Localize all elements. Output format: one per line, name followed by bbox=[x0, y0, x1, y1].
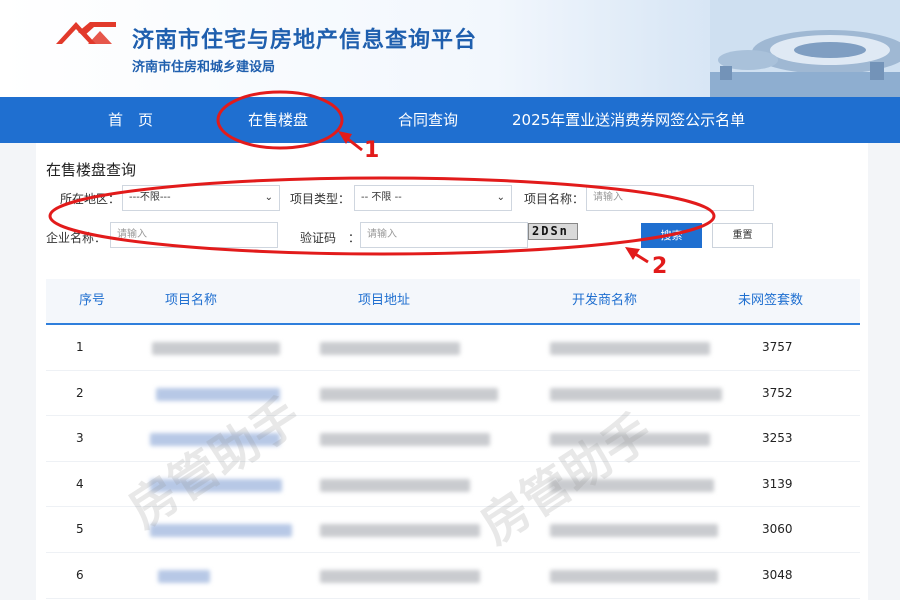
annotation-label-2: 2 bbox=[652, 254, 668, 279]
th-unsigned-units: 未网签套数 bbox=[738, 293, 804, 308]
redacted-project-name[interactable] bbox=[150, 433, 280, 447]
row-count: 3048 bbox=[762, 567, 793, 582]
site-subtitle: 济南市住房和城乡建设局 bbox=[132, 60, 276, 75]
redacted-project-name[interactable] bbox=[150, 524, 292, 538]
chevron-down-icon: ⌄ bbox=[264, 192, 273, 203]
page: 济南市住宅与房地产信息查询平台 济南市住房和城乡建设局 首 页 在售楼盘 合同查… bbox=[0, 0, 900, 600]
nav-item-voucher-list[interactable]: 2025年置业送消费券网签公示名单 bbox=[512, 97, 745, 143]
search-button[interactable]: 搜索 bbox=[641, 223, 702, 248]
redacted-developer bbox=[550, 524, 718, 538]
redacted-project-name[interactable] bbox=[158, 569, 210, 583]
table-row: 5 3060 bbox=[46, 507, 860, 553]
row-count: 3757 bbox=[762, 340, 793, 354]
redacted-project-address bbox=[320, 433, 490, 447]
nav-item-home[interactable]: 首 页 bbox=[108, 97, 153, 143]
section-title: 在售楼盘查询 bbox=[46, 161, 137, 179]
company-label: 企业名称： bbox=[46, 231, 107, 245]
main-nav: 首 页 在售楼盘 合同查询 2025年置业送消费券网签公示名单 bbox=[0, 97, 900, 143]
row-index: 2 bbox=[76, 385, 84, 400]
table-row: 6 3048 bbox=[46, 553, 860, 599]
region-select-value: ---不限--- bbox=[129, 192, 171, 203]
nav-item-for-sale-projects[interactable]: 在售楼盘 bbox=[248, 97, 308, 143]
redacted-project-address bbox=[320, 342, 460, 355]
table-row: 2 3752 bbox=[46, 371, 860, 417]
redacted-developer bbox=[550, 387, 722, 401]
row-count: 3253 bbox=[762, 431, 793, 446]
redacted-developer bbox=[550, 342, 710, 355]
row-index: 6 bbox=[76, 567, 84, 582]
captcha-input[interactable]: 请输入 bbox=[360, 222, 528, 248]
row-index: 4 bbox=[76, 476, 84, 491]
th-project-address: 项目地址 bbox=[358, 293, 411, 308]
nav-item-contract-query[interactable]: 合同查询 bbox=[398, 97, 458, 143]
region-select[interactable]: ---不限--- ⌄ bbox=[122, 185, 280, 211]
company-name-input[interactable]: 请输入 bbox=[110, 222, 278, 248]
chevron-down-icon: ⌄ bbox=[496, 192, 505, 203]
redacted-project-address bbox=[320, 387, 498, 401]
site-title: 济南市住宅与房地产信息查询平台 bbox=[132, 28, 478, 53]
house-logo-icon bbox=[56, 22, 116, 44]
row-count: 3060 bbox=[762, 522, 793, 537]
redacted-project-address bbox=[320, 569, 480, 583]
redacted-developer bbox=[550, 569, 718, 583]
site-header: 济南市住宅与房地产信息查询平台 济南市住房和城乡建设局 bbox=[0, 0, 900, 97]
redacted-developer bbox=[550, 478, 714, 492]
th-developer: 开发商名称 bbox=[572, 293, 638, 308]
row-index: 5 bbox=[76, 522, 84, 537]
region-label: 所在地区： bbox=[60, 192, 121, 206]
row-count: 3139 bbox=[762, 476, 793, 491]
row-index: 1 bbox=[76, 340, 84, 354]
th-index: 序号 bbox=[79, 293, 106, 308]
project-name-input[interactable]: 请输入 bbox=[586, 185, 754, 211]
redacted-developer bbox=[550, 433, 710, 447]
table-row: 1 3757 bbox=[46, 325, 860, 371]
row-count: 3752 bbox=[762, 385, 793, 400]
project-name-label: 项目名称： bbox=[524, 192, 585, 206]
table-row: 4 3139 bbox=[46, 462, 860, 508]
reset-button[interactable]: 重置 bbox=[712, 223, 773, 248]
projects-table: 序号 项目名称 项目地址 开发商名称 未网签套数 1 3757 2 3752 3… bbox=[46, 279, 860, 599]
row-index: 3 bbox=[76, 431, 84, 446]
type-label: 项目类型： bbox=[290, 192, 351, 206]
annotation-label-1: 1 bbox=[364, 138, 380, 163]
search-panel: 在售楼盘查询 所在地区： ---不限--- ⌄ 项目类型： -- 不限 -- ⌄… bbox=[36, 143, 868, 600]
redacted-project-name[interactable] bbox=[156, 387, 280, 401]
redacted-project-name bbox=[152, 342, 280, 355]
th-project-name: 项目名称 bbox=[165, 293, 218, 308]
captcha-image[interactable]: 2DSn bbox=[528, 223, 578, 240]
redacted-project-address bbox=[320, 478, 470, 492]
table-header: 序号 项目名称 项目地址 开发商名称 未网签套数 bbox=[46, 279, 860, 325]
stadium-banner-image bbox=[710, 0, 900, 97]
table-row: 3 3253 bbox=[46, 416, 860, 462]
type-select[interactable]: -- 不限 -- ⌄ bbox=[354, 185, 512, 211]
type-select-value: -- 不限 -- bbox=[361, 192, 402, 203]
redacted-project-name[interactable] bbox=[150, 478, 282, 492]
captcha-label: 验证码 ： bbox=[300, 231, 361, 245]
redacted-project-address bbox=[320, 524, 480, 538]
